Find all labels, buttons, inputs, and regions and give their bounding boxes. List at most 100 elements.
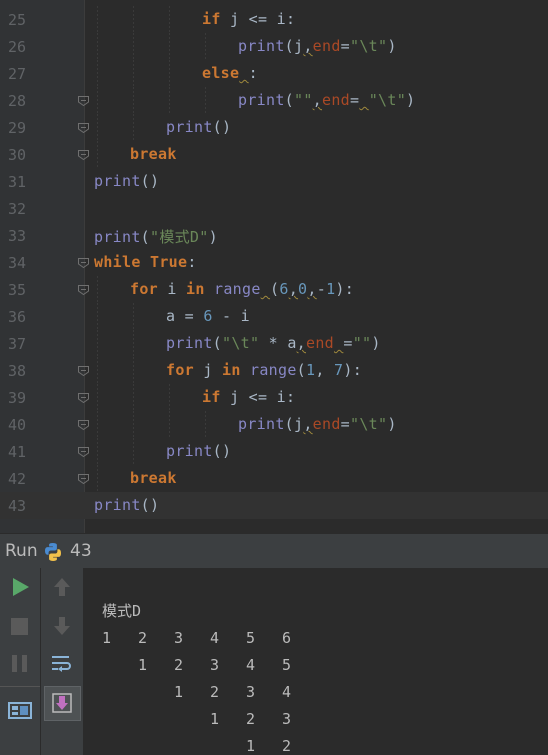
code-line[interactable]: 41 print() [0, 438, 548, 465]
stop-icon[interactable] [5, 611, 35, 641]
line-number: 31 [7, 173, 26, 191]
line-number: 29 [7, 119, 26, 137]
fold-marker-icon[interactable] [77, 472, 90, 485]
code-line[interactable]: 33 print("模式D") [0, 222, 548, 249]
down-arrow-icon[interactable] [47, 611, 77, 641]
code-token: print [166, 334, 213, 352]
console-cell: 1 [138, 656, 148, 674]
code-text: else : [202, 64, 258, 82]
code-line[interactable]: 36 a = 6 - i [0, 303, 548, 330]
code-token: ) [208, 228, 218, 246]
code-line[interactable]: 35 for i in range (6,0,-1): [0, 276, 548, 303]
console-cell: 2 [282, 737, 292, 755]
code-token: () [140, 496, 160, 514]
code-token: end [306, 334, 334, 352]
soft-wrap-icon[interactable] [47, 648, 77, 678]
code-token: () [212, 442, 232, 460]
fold-marker-icon[interactable] [77, 283, 90, 296]
code-token: for [166, 361, 194, 379]
run-toolbar-secondary [41, 568, 83, 755]
scroll-to-end-toggle[interactable] [44, 686, 81, 721]
line-number: 39 [7, 389, 26, 407]
code-line[interactable]: 42 break [0, 465, 548, 492]
code-editor[interactable]: 25 if j <= i: 26 print(j,end="\t") 27 else :2… [0, 0, 548, 533]
code-line[interactable]: 32 [0, 195, 548, 222]
code-token: print [94, 496, 141, 514]
code-token: print [166, 442, 213, 460]
code-token: range [250, 361, 297, 379]
code-token: in [186, 280, 205, 298]
code-text: a = 6 - i [166, 307, 250, 325]
code-token: <= [248, 388, 268, 406]
line-number: 34 [7, 254, 26, 272]
code-token: i [158, 280, 186, 298]
line-number: 25 [7, 11, 26, 29]
code-token: 7 [334, 361, 344, 379]
code-line[interactable]: 28 print("",end= "\t") [0, 87, 548, 114]
fold-marker-icon[interactable] [77, 391, 90, 404]
code-text: break [130, 145, 177, 163]
fold-marker-icon[interactable] [77, 445, 90, 458]
console-cell: 1 [102, 629, 112, 647]
python-icon [45, 543, 61, 561]
run-config-name: 43 [70, 541, 92, 561]
code-token: , [312, 91, 323, 109]
code-token: - [316, 280, 327, 298]
code-token: "\t" [350, 415, 388, 433]
indent-guide [169, 384, 170, 411]
line-number: 36 [7, 308, 26, 326]
code-text: for j in range(1, 7): [166, 361, 362, 379]
indent-guide [133, 114, 134, 141]
code-token: print [94, 172, 141, 190]
up-arrow-icon[interactable] [47, 572, 77, 602]
code-token: ( [140, 228, 150, 246]
code-line[interactable]: 27 else : [0, 60, 548, 87]
console-cell: 3 [282, 710, 292, 728]
code-text: print(j,end="\t") [238, 415, 397, 433]
fold-marker-icon[interactable] [77, 94, 90, 107]
fold-marker-icon[interactable] [77, 364, 90, 377]
run-console-output[interactable]: 模式D 1 2 3 4 5 6 1 2 3 4 5 1 2 3 4 1 2 3 1 2 [84, 568, 548, 755]
indent-guide [97, 60, 98, 87]
indent-guide [97, 114, 98, 141]
code-line[interactable]: 31 print() [0, 168, 548, 195]
code-line[interactable]: 25 if j <= i: [0, 6, 548, 33]
fold-marker-icon[interactable] [77, 148, 90, 161]
run-icon[interactable] [5, 572, 35, 602]
code-token: "" [294, 91, 313, 109]
code-token: (j [284, 415, 304, 433]
indent-guide [97, 6, 98, 33]
fold-marker-icon[interactable] [77, 256, 90, 269]
code-token: "模式D" [150, 228, 209, 246]
layout-icon[interactable] [5, 695, 35, 725]
code-line[interactable]: 40 print(j,end="\t") [0, 411, 548, 438]
fold-marker-icon[interactable] [77, 121, 90, 134]
code-token: while [94, 253, 141, 271]
code-text: if j <= i: [202, 388, 295, 406]
code-token: = [340, 37, 351, 55]
console-cell: 5 [246, 629, 256, 647]
code-line[interactable]: 26 print(j,end="\t") [0, 33, 548, 60]
line-number: 37 [7, 335, 26, 353]
console-cell: 2 [174, 656, 184, 674]
code-text: for i in range (6,0,-1): [130, 280, 354, 298]
code-token: = [343, 334, 353, 352]
code-line[interactable]: 37 print("\t" * a,end ="") [0, 330, 548, 357]
console-cell: 2 [210, 683, 220, 701]
code-line[interactable]: 34 while True: [0, 249, 548, 276]
indent-guide [97, 276, 98, 303]
code-line[interactable]: 29 print() [0, 114, 548, 141]
fold-marker-icon[interactable] [77, 418, 90, 431]
code-line[interactable]: 39 if j <= i: [0, 384, 548, 411]
code-line[interactable]: 43 print() [0, 492, 548, 519]
indent-guide [169, 411, 170, 438]
line-number: 40 [7, 416, 26, 434]
pause-icon[interactable] [5, 648, 35, 678]
code-line[interactable]: 38 for j in range(1, 7): [0, 357, 548, 384]
line-number: 27 [7, 65, 26, 83]
code-token: () [212, 118, 232, 136]
code-line[interactable]: 30 break [0, 141, 548, 168]
